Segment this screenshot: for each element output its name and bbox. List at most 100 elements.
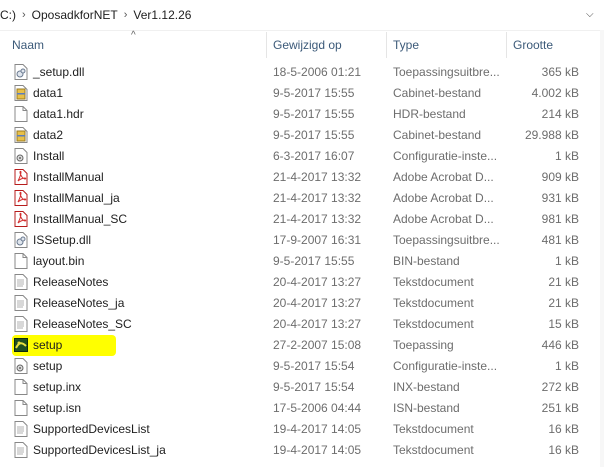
file-type: Cabinet-bestand [393, 128, 482, 142]
breadcrumb-drive[interactable]: C:) [0, 8, 16, 22]
file-date: 9-5-2017 15:54 [273, 380, 355, 394]
file-name: layout.bin [33, 254, 85, 268]
file-row[interactable]: setup 9-5-2017 15:54 Configuratie-inste...… [0, 356, 604, 377]
config-file-icon [14, 148, 28, 164]
file-type: Tekstdocument [393, 275, 474, 289]
file-date: 9-5-2017 15:55 [273, 128, 355, 142]
file-row[interactable]: SupportedDevicesList 19-4-2017 14:05 Tekst… [0, 419, 604, 440]
file-size: 1 kB [554, 149, 579, 163]
column-header-size[interactable]: Grootte [513, 38, 553, 52]
file-name: setup [33, 338, 63, 352]
file-type: Toepassingsuitbre... [393, 65, 500, 79]
breadcrumb-folder-oposadk[interactable]: OposadkforNET [32, 8, 118, 22]
file-name: data1.hdr [33, 107, 84, 121]
file-type: ISN-bestand [393, 401, 460, 415]
file-row[interactable]: ReleaseNotes 20-4-2017 13:27 Tekstdocument… [0, 272, 604, 293]
text-file-icon [14, 274, 28, 290]
file-row[interactable]: InstallManual_ja 21-4-2017 13:32 Adobe Acr… [0, 188, 604, 209]
file-row[interactable]: InstallManual 21-4-2017 13:32 Adobe Acroba… [0, 167, 604, 188]
file-row[interactable]: ISSetup.dll 17-9-2007 16:31 Toepassingsuit… [0, 230, 604, 251]
file-type: Toepassing [393, 338, 454, 352]
file-type: Tekstdocument [393, 422, 474, 436]
file-type: Configuratie-inste... [393, 359, 498, 373]
column-header-name[interactable]: Naam [12, 38, 44, 52]
chevron-down-icon[interactable]: ⌵ [586, 9, 596, 20]
breadcrumb-separator-icon: › [22, 9, 26, 21]
file-date: 18-5-2006 01:21 [273, 65, 362, 79]
pdf-file-icon [14, 211, 28, 227]
file-date: 6-3-2017 16:07 [273, 149, 355, 163]
text-file-icon [14, 295, 28, 311]
file-row[interactable]: setup 27-2-2007 15:08 Toepassing 446 kB [0, 335, 604, 356]
file-date: 21-4-2017 13:32 [273, 191, 362, 205]
file-size: 29.988 kB [524, 128, 579, 142]
file-row[interactable]: data1.hdr 9-5-2017 15:55 HDR-bestand 214 kB [0, 104, 604, 125]
file-date: 17-9-2007 16:31 [273, 233, 362, 247]
config-file-icon [14, 358, 28, 374]
file-type: Adobe Acrobat D... [393, 170, 494, 184]
file-type: Toepassingsuitbre... [393, 233, 500, 247]
file-name: InstallManual_SC [33, 212, 128, 226]
file-size: 21 kB [548, 275, 579, 289]
file-row[interactable]: ReleaseNotes_ja 20-4-2017 13:27 Tekstdocum… [0, 293, 604, 314]
file-size: 214 kB [541, 107, 579, 121]
file-date: 21-4-2017 13:32 [273, 170, 362, 184]
file-name: InstallManual_ja [33, 191, 120, 205]
file-type: Configuratie-inste... [393, 149, 498, 163]
breadcrumb-separator-icon: › [123, 9, 128, 21]
file-name: setup.isn [33, 401, 82, 415]
file-date: 9-5-2017 15:55 [273, 107, 355, 121]
file-row[interactable]: layout.bin 9-5-2017 15:55 BIN-bestand 1 kB [0, 251, 604, 272]
file-size: 931 kB [541, 191, 579, 205]
file-row[interactable]: setup.inx 9-5-2017 15:54 INX-bestand 272 kB [0, 377, 604, 398]
column-divider[interactable] [266, 32, 267, 58]
file-row[interactable]: data2 9-5-2017 15:55 Cabinet-bestand 29.988… [0, 125, 604, 146]
file-size: 481 kB [541, 233, 579, 247]
file-size: 251 kB [541, 401, 579, 415]
file-date: 21-4-2017 13:32 [273, 212, 362, 226]
generic-file-icon [14, 400, 28, 416]
file-type: Adobe Acrobat D... [393, 212, 494, 226]
sort-ascending-icon: ^ [131, 30, 136, 41]
file-date: 9-5-2017 15:55 [273, 254, 355, 268]
file-name: InstallManual [33, 170, 104, 184]
file-size: 1 kB [554, 359, 579, 373]
file-row[interactable]: setup.isn 17-5-2006 04:44 ISN-bestand 251 k… [0, 398, 604, 419]
file-row[interactable]: Install 6-3-2017 16:07 Configuratie-inste.… [0, 146, 604, 167]
file-size: 1 kB [554, 254, 579, 268]
file-type: Adobe Acrobat D... [393, 191, 494, 205]
column-divider[interactable] [386, 32, 387, 58]
file-name: SupportedDevicesList [33, 422, 150, 436]
pdf-file-icon [14, 169, 28, 185]
file-size: 365 kB [541, 65, 579, 79]
column-header-date[interactable]: Gewijzigd op [273, 38, 342, 52]
file-date: 19-4-2017 14:05 [273, 422, 362, 436]
file-name: data2 [33, 128, 64, 142]
file-row[interactable]: ReleaseNotes_SC 20-4-2017 13:27 Tekstdocum… [0, 314, 604, 335]
file-row[interactable]: data1 9-5-2017 15:55 Cabinet-bestand 4.002 … [0, 83, 604, 104]
file-row[interactable]: SupportedDevicesList_ja 19-4-2017 14:05 Te… [0, 440, 604, 461]
file-size: 16 kB [548, 443, 579, 457]
breadcrumb-folder-version[interactable]: Ver1.12.26 [133, 8, 191, 22]
file-type: Tekstdocument [393, 443, 474, 457]
generic-file-icon [14, 106, 28, 122]
file-type: Tekstdocument [393, 317, 474, 331]
file-name: Install [33, 149, 65, 163]
file-name: ISSetup.dll [33, 233, 92, 247]
cabinet-file-icon [14, 127, 28, 143]
column-header-type[interactable]: Type [393, 38, 419, 52]
file-date: 19-4-2017 14:05 [273, 443, 362, 457]
file-name: ReleaseNotes [33, 275, 109, 289]
file-date: 17-5-2006 04:44 [273, 401, 362, 415]
file-name: SupportedDevicesList_ja [33, 443, 166, 457]
file-size: 981 kB [541, 212, 579, 226]
file-row[interactable]: InstallManual_SC 21-4-2017 13:32 Adobe Acr… [0, 209, 604, 230]
file-type: Cabinet-bestand [393, 86, 482, 100]
column-divider[interactable] [506, 32, 507, 58]
file-row[interactable]: _setup.dll 18-5-2006 01:21 Toepassingsuitb… [0, 62, 604, 83]
breadcrumb: C:) › OposadkforNET › Ver1.12.26 ⌵ [0, 0, 604, 31]
pdf-file-icon [14, 190, 28, 206]
file-name: ReleaseNotes_SC [33, 317, 132, 331]
generic-file-icon [14, 379, 28, 395]
scrollbar[interactable] [600, 30, 604, 467]
